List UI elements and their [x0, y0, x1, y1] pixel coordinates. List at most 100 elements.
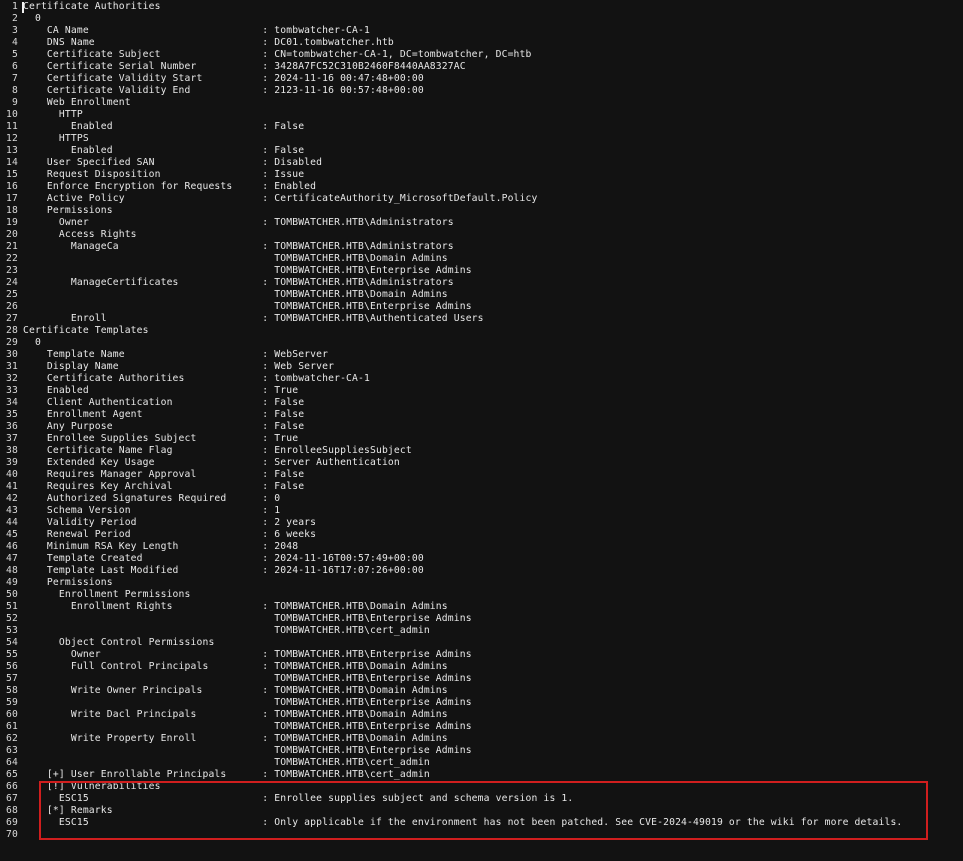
- editor-line[interactable]: 67 ESC15 : Enrollee supplies subject and…: [0, 793, 963, 805]
- line-number: 49: [6, 577, 18, 588]
- line-text: Write Property Enroll : TOMBWATCHER.HTB\…: [23, 733, 448, 744]
- line-text: Certificate Serial Number : 3428A7FC52C3…: [23, 61, 466, 72]
- editor-line[interactable]: 17 Active Policy : CertificateAuthority_…: [0, 193, 963, 205]
- editor-line[interactable]: 8 Certificate Validity End : 2123-11-16 …: [0, 85, 963, 97]
- line-number: 19: [6, 217, 18, 228]
- editor-line[interactable]: 27 Enroll : TOMBWATCHER.HTB\Authenticate…: [0, 313, 963, 325]
- editor-line[interactable]: 39 Extended Key Usage : Server Authentic…: [0, 457, 963, 469]
- editor-line[interactable]: 20 Access Rights: [0, 229, 963, 241]
- editor-line[interactable]: 56 Full Control Principals : TOMBWATCHER…: [0, 661, 963, 673]
- editor-line[interactable]: 59 TOMBWATCHER.HTB\Enterprise Admins: [0, 697, 963, 709]
- editor-line[interactable]: 65 [+] User Enrollable Principals : TOMB…: [0, 769, 963, 781]
- editor-line[interactable]: 46 Minimum RSA Key Length : 2048: [0, 541, 963, 553]
- editor-line[interactable]: 32 Certificate Authorities : tombwatcher…: [0, 373, 963, 385]
- line-number: 3: [12, 25, 18, 36]
- editor-line[interactable]: 24 ManageCertificates : TOMBWATCHER.HTB\…: [0, 277, 963, 289]
- editor-line[interactable]: 2 0: [0, 13, 963, 25]
- editor-line[interactable]: 23 TOMBWATCHER.HTB\Enterprise Admins: [0, 265, 963, 277]
- editor-line[interactable]: 51 Enrollment Rights : TOMBWATCHER.HTB\D…: [0, 601, 963, 613]
- editor-line[interactable]: 38 Certificate Name Flag : EnrolleeSuppl…: [0, 445, 963, 457]
- line-text: Certificate Templates: [23, 325, 149, 336]
- line-text: Request Disposition : Issue: [23, 169, 305, 180]
- editor-line[interactable]: 53 TOMBWATCHER.HTB\cert_admin: [0, 625, 963, 637]
- editor-line[interactable]: 68 [*] Remarks: [0, 805, 963, 817]
- line-number: 15: [6, 169, 18, 180]
- text-editor[interactable]: 1 Certificate Authorities 2 03 CA Name : t…: [0, 1, 963, 841]
- editor-line[interactable]: 57 TOMBWATCHER.HTB\Enterprise Admins: [0, 673, 963, 685]
- editor-line[interactable]: 30 Template Name : WebServer: [0, 349, 963, 361]
- editor-line[interactable]: 25 TOMBWATCHER.HTB\Domain Admins: [0, 289, 963, 301]
- line-number: 64: [6, 757, 18, 768]
- editor-line[interactable]: 58 Write Owner Principals : TOMBWATCHER.…: [0, 685, 963, 697]
- editor-line[interactable]: 40 Requires Manager Approval : False: [0, 469, 963, 481]
- editor-line[interactable]: 28 Certificate Templates: [0, 325, 963, 337]
- editor-line[interactable]: 3 CA Name : tombwatcher-CA-1: [0, 25, 963, 37]
- editor-line[interactable]: 9 Web Enrollment: [0, 97, 963, 109]
- line-number: 44: [6, 517, 18, 528]
- editor-line[interactable]: 11 Enabled : False: [0, 121, 963, 133]
- editor-line[interactable]: 48 Template Last Modified : 2024-11-16T1…: [0, 565, 963, 577]
- line-number: 45: [6, 529, 18, 540]
- editor-line[interactable]: 64 TOMBWATCHER.HTB\cert_admin: [0, 757, 963, 769]
- editor-line[interactable]: 41 Requires Key Archival : False: [0, 481, 963, 493]
- editor-line[interactable]: 7 Certificate Validity Start : 2024-11-1…: [0, 73, 963, 85]
- editor-line[interactable]: 22 TOMBWATCHER.HTB\Domain Admins: [0, 253, 963, 265]
- editor-line[interactable]: 18 Permissions: [0, 205, 963, 217]
- line-number: 22: [6, 253, 18, 264]
- line-text: Renewal Period : 6 weeks: [23, 529, 317, 540]
- editor-line[interactable]: 31 Display Name : Web Server: [0, 361, 963, 373]
- line-number: 5: [12, 49, 18, 60]
- editor-line[interactable]: 45 Renewal Period : 6 weeks: [0, 529, 963, 541]
- editor-line[interactable]: 42 Authorized Signatures Required : 0: [0, 493, 963, 505]
- editor-line[interactable]: 66 [!] Vulnerabilities: [0, 781, 963, 793]
- line-text: Enroll : TOMBWATCHER.HTB\Authenticated U…: [23, 313, 484, 324]
- line-number: 54: [6, 637, 18, 648]
- line-number: 4: [12, 37, 18, 48]
- line-number: 39: [6, 457, 18, 468]
- editor-line[interactable]: 60 Write Dacl Principals : TOMBWATCHER.H…: [0, 709, 963, 721]
- line-text: User Specified SAN : Disabled: [23, 157, 323, 168]
- line-number: 27: [6, 313, 18, 324]
- editor-line[interactable]: 34 Client Authentication : False: [0, 397, 963, 409]
- editor-line[interactable]: 35 Enrollment Agent : False: [0, 409, 963, 421]
- editor-line[interactable]: 13 Enabled : False: [0, 145, 963, 157]
- editor-line[interactable]: 62 Write Property Enroll : TOMBWATCHER.H…: [0, 733, 963, 745]
- editor-line[interactable]: 15 Request Disposition : Issue: [0, 169, 963, 181]
- editor-line[interactable]: 54 Object Control Permissions: [0, 637, 963, 649]
- line-text: [+] User Enrollable Principals : TOMBWAT…: [23, 769, 430, 780]
- editor-line[interactable]: 19 Owner : TOMBWATCHER.HTB\Administrator…: [0, 217, 963, 229]
- editor-line[interactable]: 36 Any Purpose : False: [0, 421, 963, 433]
- editor-line[interactable]: 61 TOMBWATCHER.HTB\Enterprise Admins: [0, 721, 963, 733]
- line-number: 33: [6, 385, 18, 396]
- editor-line[interactable]: 16 Enforce Encryption for Requests : Ena…: [0, 181, 963, 193]
- line-text: Certificate Authorities: [23, 1, 161, 12]
- editor-line[interactable]: 4 DNS Name : DC01.tombwatcher.htb: [0, 37, 963, 49]
- editor-line[interactable]: 50 Enrollment Permissions: [0, 589, 963, 601]
- editor-line[interactable]: 26 TOMBWATCHER.HTB\Enterprise Admins: [0, 301, 963, 313]
- editor-line[interactable]: 10 HTTP: [0, 109, 963, 121]
- line-number: 55: [6, 649, 18, 660]
- editor-line[interactable]: 47 Template Created : 2024-11-16T00:57:4…: [0, 553, 963, 565]
- line-text: Write Dacl Principals : TOMBWATCHER.HTB\…: [23, 709, 448, 720]
- line-number: 29: [6, 337, 18, 348]
- line-text: Full Control Principals : TOMBWATCHER.HT…: [23, 661, 448, 672]
- editor-line[interactable]: 43 Schema Version : 1: [0, 505, 963, 517]
- editor-line[interactable]: 29 0: [0, 337, 963, 349]
- line-text: ManageCa : TOMBWATCHER.HTB\Administrator…: [23, 241, 454, 252]
- line-number: 13: [6, 145, 18, 156]
- editor-line[interactable]: 14 User Specified SAN : Disabled: [0, 157, 963, 169]
- editor-line[interactable]: 12 HTTPS: [0, 133, 963, 145]
- editor-line[interactable]: 69 ESC15 : Only applicable if the enviro…: [0, 817, 963, 829]
- editor-line[interactable]: 52 TOMBWATCHER.HTB\Enterprise Admins: [0, 613, 963, 625]
- editor-line[interactable]: 44 Validity Period : 2 years: [0, 517, 963, 529]
- editor-line[interactable]: 49 Permissions: [0, 577, 963, 589]
- editor-line[interactable]: 33 Enabled : True: [0, 385, 963, 397]
- editor-line[interactable]: 5 Certificate Subject : CN=tombwatcher-C…: [0, 49, 963, 61]
- editor-line[interactable]: 21 ManageCa : TOMBWATCHER.HTB\Administra…: [0, 241, 963, 253]
- editor-line[interactable]: 63 TOMBWATCHER.HTB\Enterprise Admins: [0, 745, 963, 757]
- editor-line[interactable]: 1 Certificate Authorities: [0, 1, 963, 13]
- editor-line[interactable]: 37 Enrollee Supplies Subject : True: [0, 433, 963, 445]
- editor-line[interactable]: 6 Certificate Serial Number : 3428A7FC52…: [0, 61, 963, 73]
- editor-line[interactable]: 55 Owner : TOMBWATCHER.HTB\Enterprise Ad…: [0, 649, 963, 661]
- editor-line[interactable]: 70: [0, 829, 963, 841]
